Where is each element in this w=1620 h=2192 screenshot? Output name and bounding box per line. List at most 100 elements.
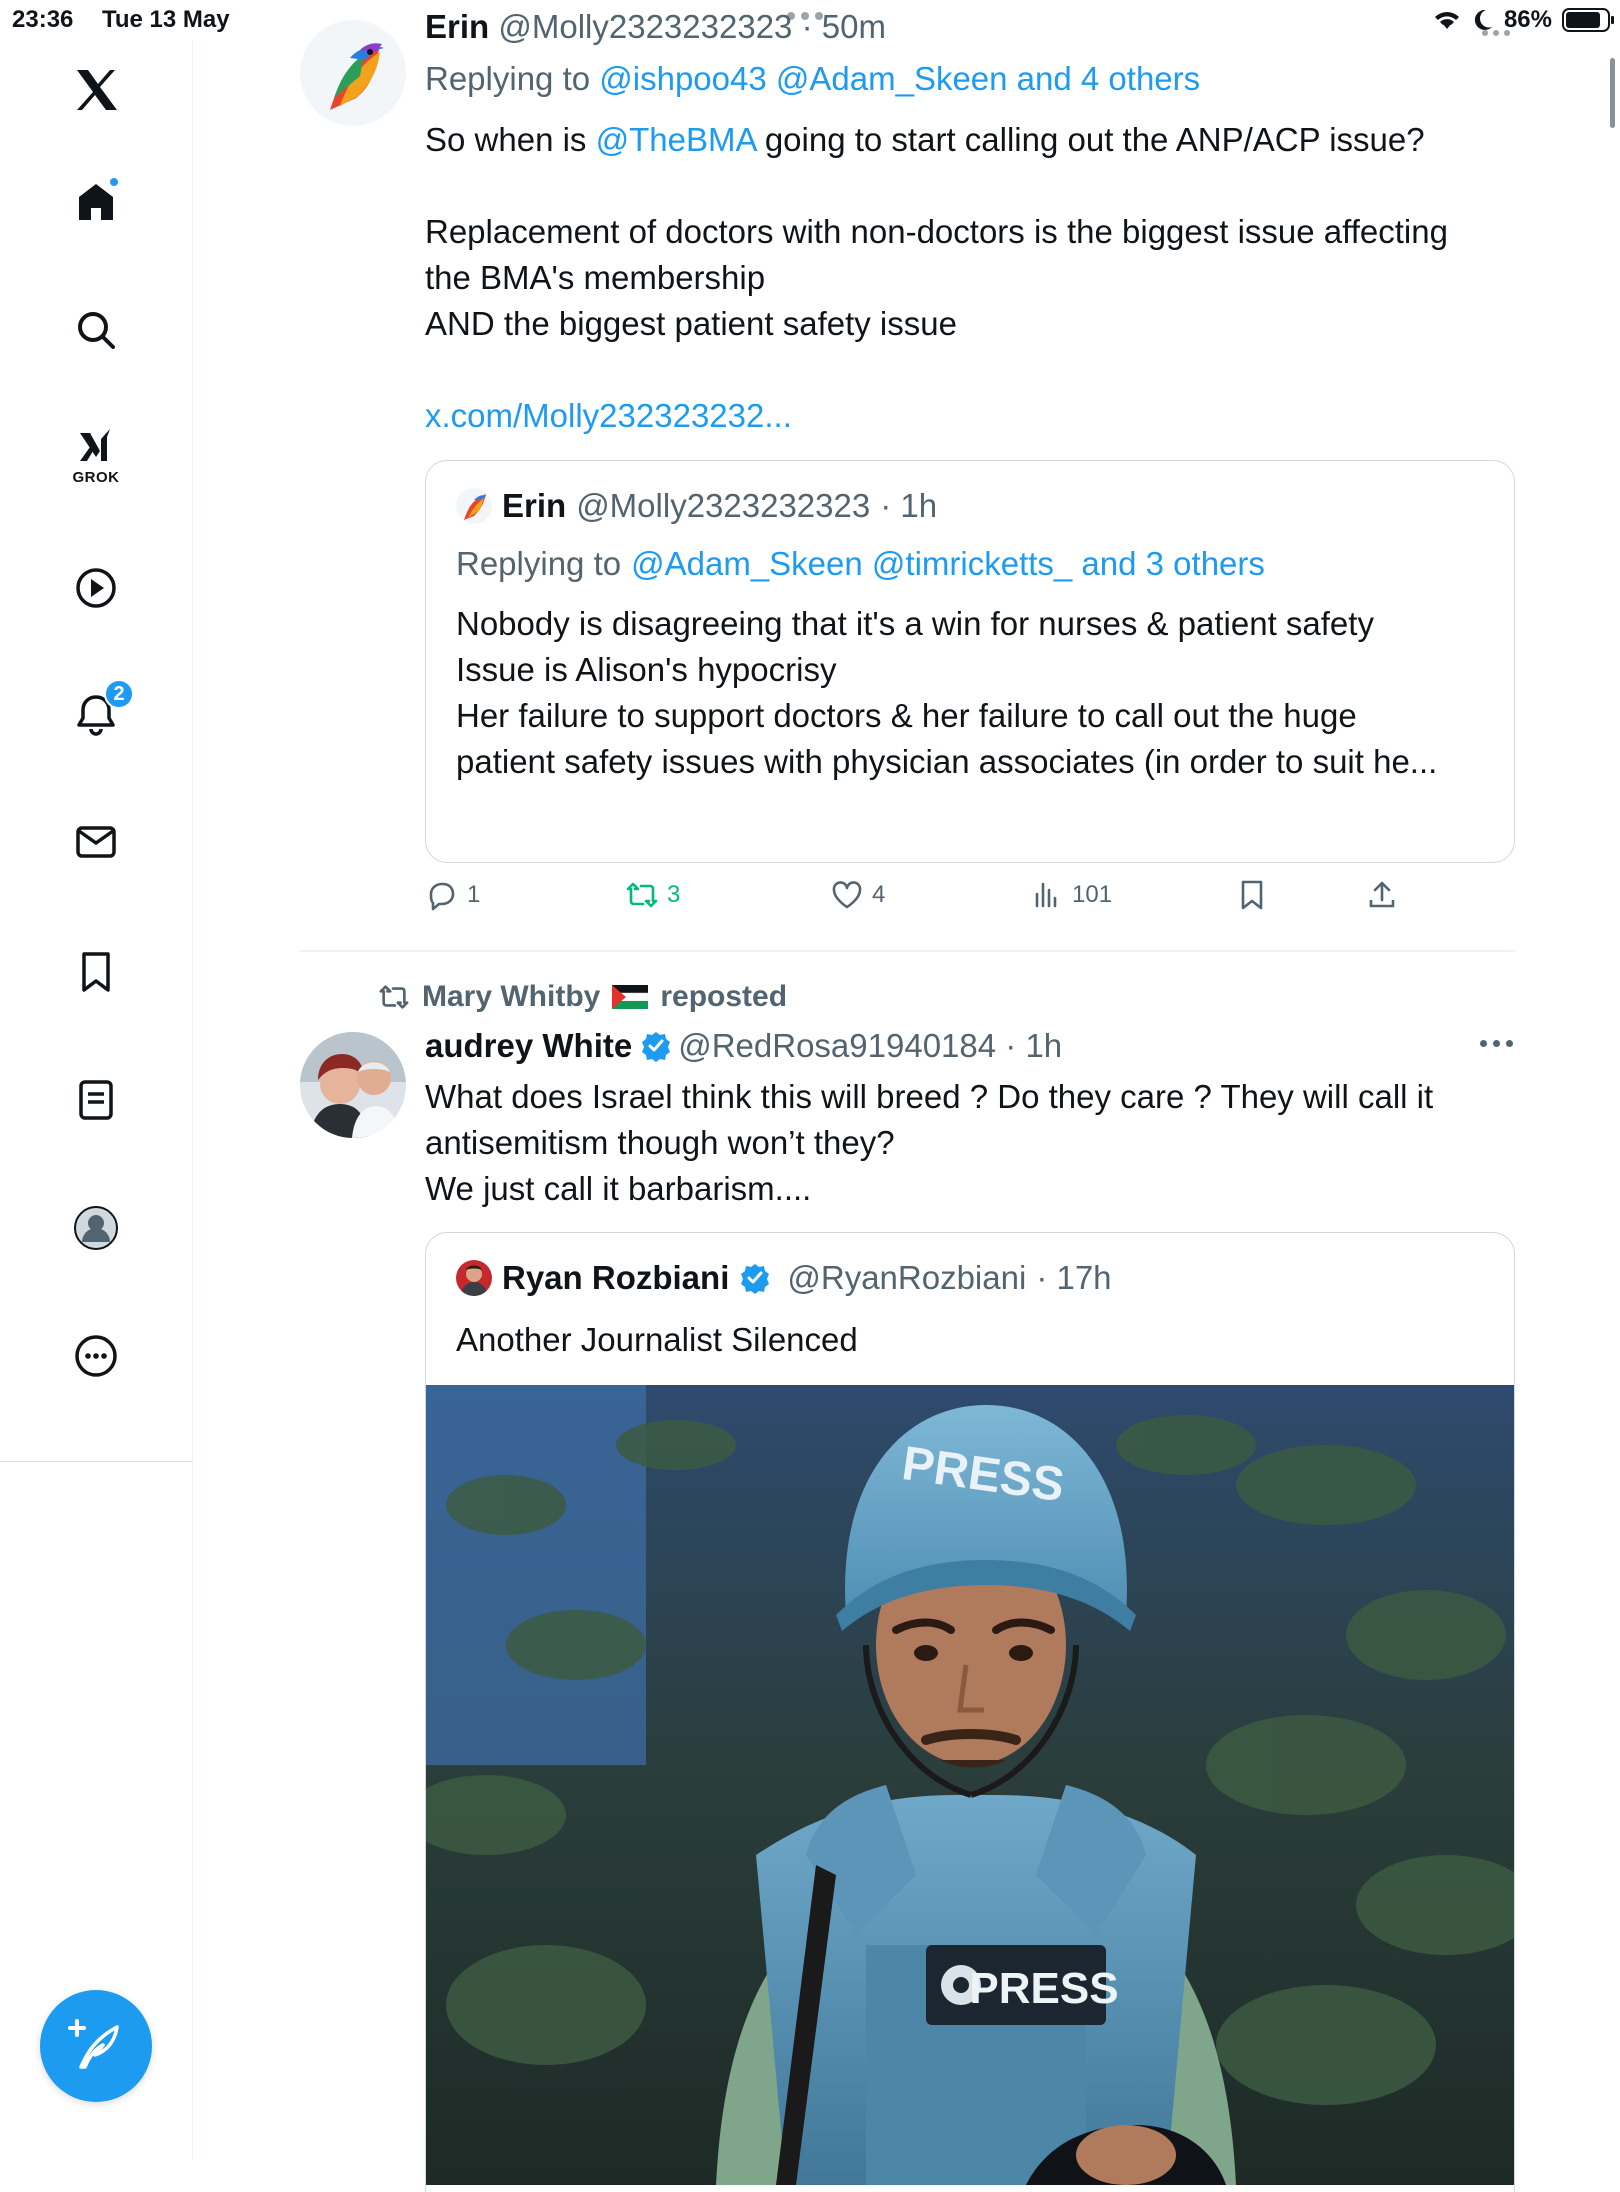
repost-icon: [379, 985, 409, 1009]
compose-feather-icon: [68, 2019, 119, 2069]
quoted-tweet[interactable]: Ryan Rozbiani @RyanRozbiani · 17h Another …: [425, 1232, 1515, 2192]
quoted-avatar: [456, 488, 492, 524]
repost-count: 3: [667, 881, 681, 908]
like-button[interactable]: 4: [830, 878, 885, 912]
views-count: 101: [1072, 881, 1113, 908]
replying-line: Replying to @ishpoo43 @Adam_Skeen and 4 …: [425, 60, 1200, 98]
x-logo-icon[interactable]: [66, 60, 126, 120]
quoted-body: Another Journalist Silenced: [456, 1317, 1486, 1363]
tweet-actions: 1 3 4 101: [425, 878, 1515, 928]
tweet-body: So when is @TheBMA going to start callin…: [425, 117, 1515, 439]
author-handle[interactable]: @Molly2323232323: [498, 8, 792, 45]
avatar-audrey-white[interactable]: [300, 1032, 406, 1138]
verified-badge-icon: [642, 1032, 671, 1062]
notifications-badge: 2: [104, 679, 134, 709]
verified-badge-icon: [741, 1264, 770, 1294]
status-indicators: 86%: [1432, 6, 1614, 34]
quoted-tweet[interactable]: Erin @Molly2323232323 · 1h Replying to @A…: [425, 460, 1515, 863]
avatar-erin[interactable]: [300, 20, 406, 126]
tweet-text-line: AND the biggest patient safety issue: [425, 305, 957, 342]
replying-to-link[interactable]: @ishpoo43 @Adam_Skeen and 4 others: [599, 60, 1200, 97]
quoted-author-handle: @Molly2323232323: [576, 487, 871, 524]
lists-icon[interactable]: [66, 1070, 126, 1130]
battery-percent: 86%: [1503, 6, 1552, 33]
compose-button[interactable]: [40, 1990, 152, 2102]
messages-icon[interactable]: [66, 812, 126, 872]
grok-label: GROK: [72, 469, 120, 486]
author-name[interactable]: audrey White: [425, 1027, 632, 1064]
repost-button[interactable]: 3: [625, 878, 680, 912]
home-unread-dot: [108, 176, 120, 188]
quoted-replying-to: @Adam_Skeen @timricketts_ and 3 others: [631, 545, 1265, 582]
bookmarks-icon[interactable]: [66, 942, 126, 1002]
tweet-text-pre: So when is: [425, 121, 596, 158]
more-options-icon[interactable]: [1480, 1040, 1513, 1047]
status-date: Tue 13 May: [102, 6, 230, 33]
share-button[interactable]: [1365, 878, 1399, 912]
tweet-header: audrey White @RedRosa91940184 · 1h: [425, 1027, 1062, 1065]
heart-icon: [832, 881, 862, 909]
tweet-link[interactable]: x.com/Molly232323232...: [425, 393, 1515, 439]
quoted-replying-prefix: Replying to: [456, 545, 622, 582]
like-count: 4: [872, 881, 886, 908]
tweet-text-line: Replacement of doctors with non-doctors …: [425, 213, 1448, 250]
quoted-avatar: [456, 1260, 492, 1296]
bookmark-icon: [1241, 880, 1263, 910]
tweet-divider: [300, 950, 1515, 952]
quoted-text-line: Issue is Alison's hypocrisy: [456, 651, 837, 688]
author-name[interactable]: Erin: [425, 8, 489, 45]
window-dots-icon: [1482, 30, 1510, 36]
scrollbar[interactable]: [1610, 58, 1615, 128]
author-handle[interactable]: @RedRosa91940184: [678, 1027, 996, 1064]
tweet-text-line: the BMA's membership: [425, 259, 766, 296]
views-button[interactable]: 101: [1030, 878, 1112, 912]
moon-icon: [1474, 9, 1492, 30]
mention-link[interactable]: @TheBMA: [596, 121, 756, 158]
battery-icon: [1562, 8, 1614, 32]
quoted-author-name: Ryan Rozbiani: [502, 1259, 730, 1296]
views-icon: [1035, 882, 1057, 908]
repost-icon: [626, 882, 658, 908]
sidebar: GROK 2: [0, 40, 193, 2160]
bookmark-button[interactable]: [1235, 878, 1269, 912]
reply-count: 1: [467, 881, 481, 908]
palestine-flag-icon: [612, 985, 649, 1009]
tweet-header: Erin @Molly2323232323 · 50m: [425, 8, 886, 46]
quoted-photo[interactable]: PRESS PRESS: [426, 1385, 1514, 2185]
reposted-by-name[interactable]: Mary Whitby: [422, 980, 600, 1014]
status-time: 23:36: [12, 6, 74, 33]
quoted-author-handle: @RyanRozbiani: [787, 1259, 1027, 1296]
journalist-photo: PRESS PRESS: [426, 1385, 1514, 2185]
search-icon[interactable]: [66, 300, 126, 360]
quoted-text-line: Another Journalist Silenced: [456, 1321, 858, 1358]
repost-context: Mary Whitby reposted: [378, 980, 787, 1014]
quoted-text-line: Nobody is disagreeing that it's a win fo…: [456, 605, 1374, 642]
tweet-text-post: going to start calling out the ANP/ACP i…: [755, 121, 1425, 158]
notifications-icon[interactable]: 2: [66, 679, 134, 745]
quoted-text-line: Her failure to support doctors & her fai…: [456, 697, 1357, 734]
quoted-replying-line: Replying to @Adam_Skeen @timricketts_ an…: [456, 545, 1265, 583]
quoted-text-line: patient safety issues with physician ass…: [456, 743, 1438, 780]
quoted-body: Nobody is disagreeing that it's a win fo…: [456, 601, 1486, 785]
tweet-text-line: We just call it barbarism....: [425, 1170, 812, 1207]
tweet-text-line: antisemitism though won’t they?: [425, 1124, 895, 1161]
quoted-author-name: Erin: [502, 487, 567, 524]
tweet-text-line: What does Israel think this will breed ?…: [425, 1078, 1434, 1115]
quoted-time: · 17h: [1036, 1259, 1112, 1296]
tweet-body: What does Israel think this will breed ?…: [425, 1074, 1515, 1212]
battery-level: [1566, 12, 1601, 28]
home-icon[interactable]: [66, 172, 126, 232]
replying-prefix: Replying to: [425, 60, 600, 97]
profile-icon[interactable]: [66, 1198, 126, 1258]
vest-press-text: PRESS: [969, 1964, 1118, 2013]
reply-icon: [429, 882, 455, 911]
tweet-time[interactable]: · 50m: [802, 8, 886, 45]
reply-button[interactable]: 1: [425, 878, 480, 912]
more-icon[interactable]: [66, 1326, 126, 1386]
grok-icon[interactable]: GROK: [66, 425, 126, 486]
video-icon[interactable]: [66, 558, 126, 618]
tweet-time[interactable]: · 1h: [1005, 1027, 1062, 1064]
sidebar-divider: [0, 1461, 193, 1462]
share-icon: [1369, 881, 1395, 908]
reposted-label: reposted: [660, 980, 788, 1013]
